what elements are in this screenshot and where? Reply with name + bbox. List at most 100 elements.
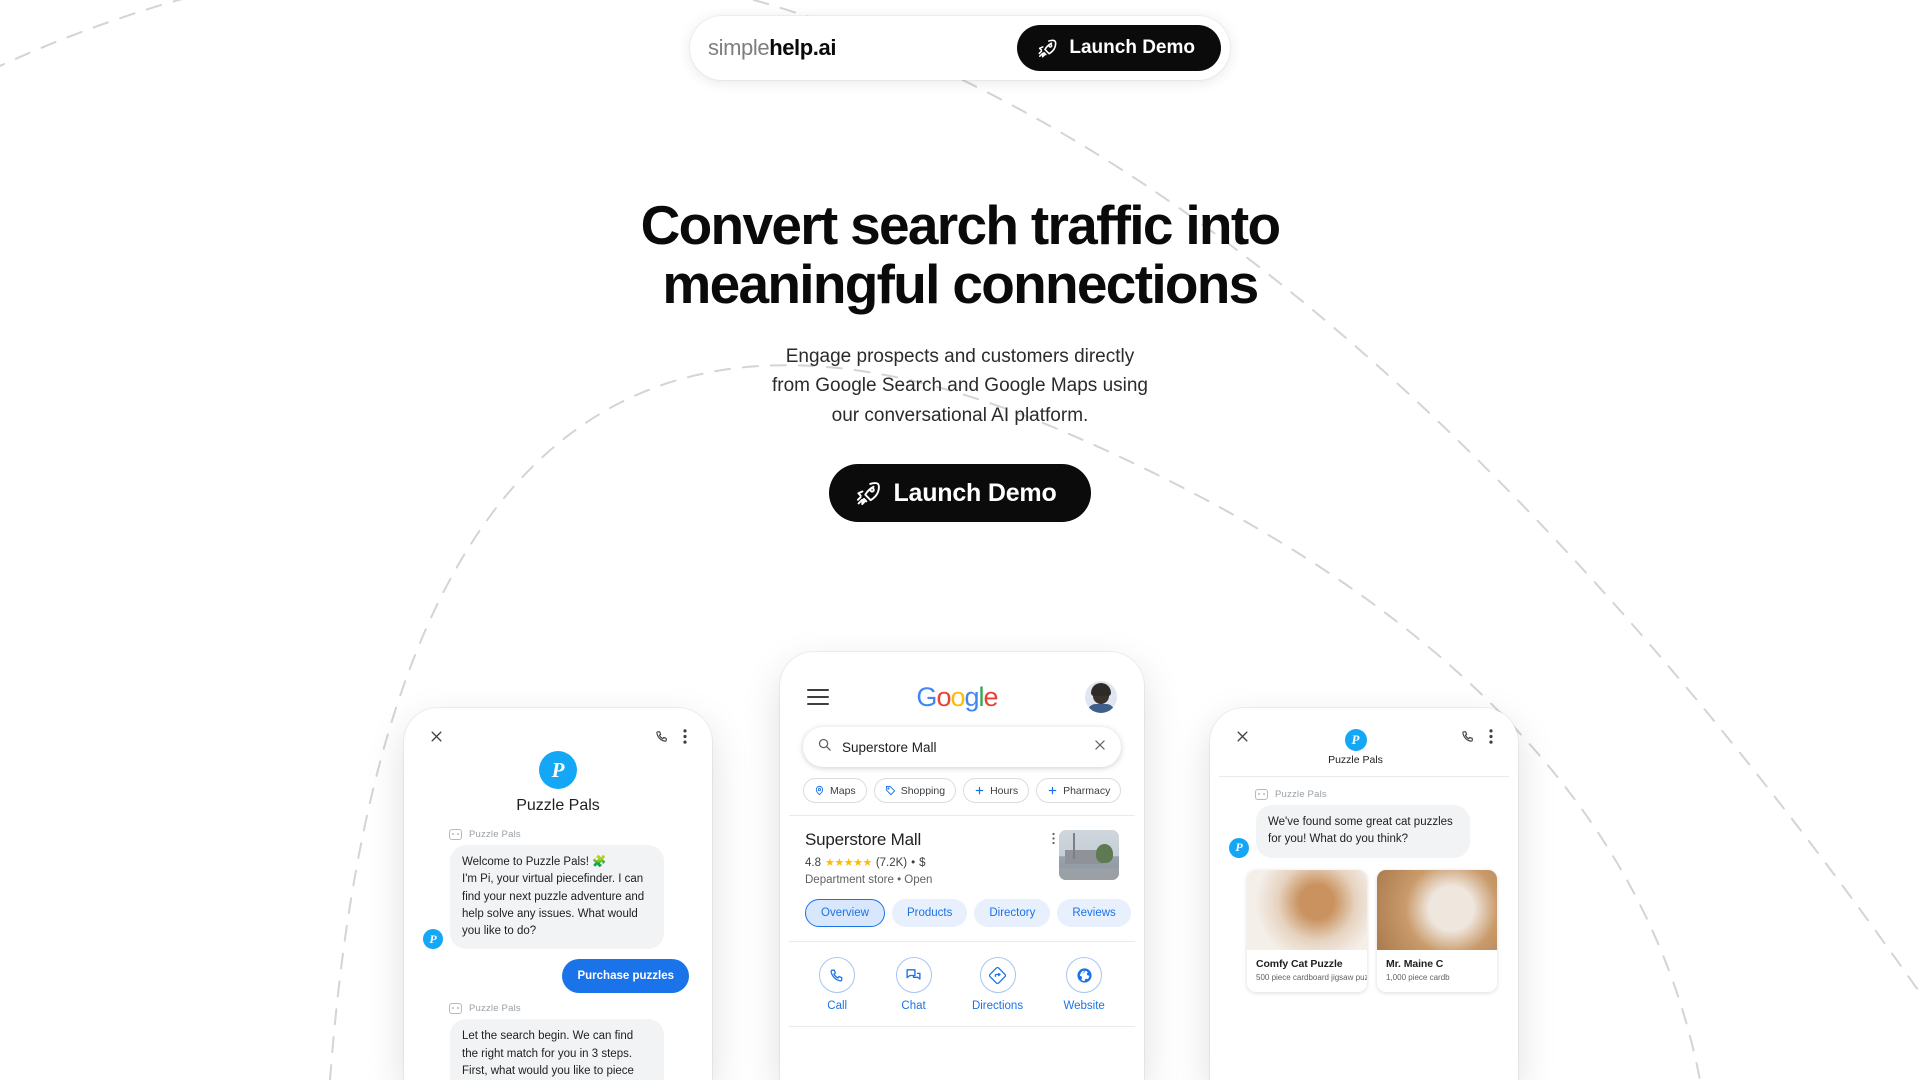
chat-message-bubble: We've found some great cat puzzles for y… [1256, 805, 1470, 858]
action-label: Website [1063, 1000, 1105, 1012]
brand-logo[interactable]: simple help.ai [708, 35, 836, 61]
phone-left-screen: P Puzzle Pals Puzzle Pals P Welcome to P… [413, 717, 703, 1080]
business-rating: 4.8 ★★★★★ (7.2K) • $ [805, 856, 932, 870]
cat-photo-2 [1377, 869, 1497, 950]
phone-icon[interactable] [1461, 729, 1476, 749]
tab-reviews[interactable]: Reviews [1057, 899, 1131, 927]
sender-row: Puzzle Pals [449, 829, 703, 840]
close-icon[interactable] [429, 729, 444, 749]
phone-icon [819, 957, 856, 993]
divider [789, 1026, 1135, 1027]
chat-icon [895, 957, 932, 993]
product-card[interactable]: Mr. Maine C 1,000 piece cardb [1377, 869, 1497, 992]
plus-icon [974, 785, 985, 796]
hamburger-icon[interactable] [807, 684, 829, 709]
hero-subheadline: Engage prospects and customers directly … [772, 345, 1148, 426]
filter-chip-shopping[interactable]: Shopping [873, 778, 957, 803]
google-logo: Google [916, 681, 999, 713]
rocket-icon [1037, 38, 1058, 59]
tab-directory[interactable]: Directory [974, 899, 1051, 927]
more-vertical-icon[interactable] [683, 729, 687, 749]
sender-row: Puzzle Pals [449, 1003, 703, 1015]
phone-mockup-center: Google Superstore Mall Maps Shopping Hou… [780, 652, 1144, 1080]
headline-line-1: Convert search traffic into [640, 194, 1281, 256]
google-logo-letter: o [936, 681, 951, 712]
business-listing: Superstore Mall 4.8 ★★★★★ (7.2K) • $ Dep… [789, 816, 1135, 886]
cat-photo-1 [1247, 869, 1367, 950]
product-card-text: Comfy Cat Puzzle 500 piece cardboard jig… [1247, 950, 1367, 992]
header-bar: simple help.ai Launch Demo [690, 16, 1230, 80]
header-launch-demo-button[interactable]: Launch Demo [1017, 25, 1221, 71]
plus-icon [1047, 785, 1058, 796]
business-meta: Department store • Open [805, 874, 932, 886]
action-website[interactable]: Website [1063, 957, 1105, 1012]
more-vertical-icon[interactable] [1052, 832, 1055, 850]
chat-topbar-right: P Puzzle Pals [1219, 717, 1509, 776]
chat-header-right: P Puzzle Pals [1250, 729, 1461, 766]
page-title: Convert search traffic into meaningful c… [580, 196, 1340, 314]
chat-message-bubble: Welcome to Puzzle Pals! 🧩 I'm Pi, your v… [450, 845, 664, 950]
action-chat[interactable]: Chat [895, 957, 932, 1012]
user-avatar[interactable] [1084, 681, 1117, 713]
product-card-text: Mr. Maine C 1,000 piece cardb [1377, 950, 1497, 992]
sender-label: Puzzle Pals [469, 1003, 521, 1015]
globe-icon [1066, 957, 1103, 993]
star-rating-icon: ★★★★★ [825, 857, 872, 869]
search-input[interactable]: Superstore Mall [842, 740, 1083, 755]
phone-icon[interactable] [655, 729, 670, 749]
hero-launch-demo-button[interactable]: Launch Demo [829, 464, 1091, 522]
tab-products[interactable]: Products [891, 899, 968, 927]
avatar: P [423, 929, 443, 950]
bot-icon [1255, 789, 1268, 800]
pin-icon [814, 785, 825, 796]
storefront-photo[interactable] [1059, 830, 1119, 880]
hero-cta-wrapper: Launch Demo [0, 464, 1920, 522]
filter-chip-label: Maps [830, 784, 856, 797]
business-category: Department store [805, 874, 894, 886]
phone-right-screen: P Puzzle Pals Puzzle Pals P We've found … [1219, 717, 1509, 1080]
directions-icon [979, 957, 1016, 993]
chat-title-right: Puzzle Pals [1328, 754, 1383, 766]
more-vertical-icon[interactable] [1489, 729, 1493, 749]
product-subtitle: 500 piece cardboard jigsaw puzzle. [1256, 972, 1367, 982]
tab-overview[interactable]: Overview [805, 899, 885, 927]
message-row-incoming: P Welcome to Puzzle Pals! 🧩 I'm Pi, your… [413, 845, 703, 950]
google-header: Google [789, 661, 1135, 713]
close-icon[interactable] [1093, 738, 1107, 757]
product-title: Mr. Maine C [1386, 957, 1444, 970]
quick-reply-chip[interactable]: Purchase puzzles [562, 959, 689, 994]
google-logo-letter: G [916, 681, 937, 712]
hero-launch-demo-label: Launch Demo [893, 478, 1057, 507]
close-icon[interactable] [1235, 729, 1250, 749]
brand-logo-thin: simple [708, 35, 770, 60]
action-directions[interactable]: Directions [972, 957, 1023, 1012]
filter-chip-hours[interactable]: Hours [963, 778, 1030, 803]
business-thumb-group [1052, 830, 1119, 886]
google-logo-letter: e [983, 681, 999, 712]
product-card-carousel[interactable]: Comfy Cat Puzzle 500 piece cardboard jig… [1219, 858, 1509, 992]
filter-chip-label: Shopping [900, 784, 946, 797]
filter-chip-pharmacy[interactable]: Pharmacy [1036, 778, 1122, 803]
chat-header-left: P Puzzle Pals [413, 751, 703, 815]
brand-logo-bold: help.ai [769, 35, 837, 60]
avatar: P [539, 751, 577, 789]
message-row-incoming: P We've found some great cat puzzles for… [1219, 805, 1509, 858]
business-status: Open [904, 874, 933, 886]
headline-line-2: meaningful connections [662, 252, 1259, 315]
chat-topbar-left [413, 717, 703, 749]
action-call[interactable]: Call [819, 957, 856, 1012]
page-root: simple help.ai Launch Demo Convert search… [0, 0, 1920, 1080]
separator-dot: • [897, 874, 902, 886]
chat-thread-right: Puzzle Pals P We've found some great cat… [1219, 789, 1509, 858]
chat-thread-left: Puzzle Pals P Welcome to Puzzle Pals! 🧩 … [413, 829, 703, 1080]
product-card[interactable]: Comfy Cat Puzzle 500 piece cardboard jig… [1247, 869, 1367, 992]
product-subtitle: 1,000 piece cardb [1386, 972, 1450, 982]
tag-icon [885, 785, 896, 796]
search-filter-chips: Maps Shopping Hours Pharmacy [789, 767, 1135, 815]
chat-message-bubble: Let the search begin. We can find the ri… [450, 1019, 664, 1080]
filter-chip-maps[interactable]: Maps [803, 778, 867, 803]
action-label: Call [827, 1000, 848, 1012]
bot-icon [449, 829, 462, 840]
filter-chip-label: Pharmacy [1063, 784, 1111, 797]
search-bar[interactable]: Superstore Mall [803, 727, 1121, 767]
